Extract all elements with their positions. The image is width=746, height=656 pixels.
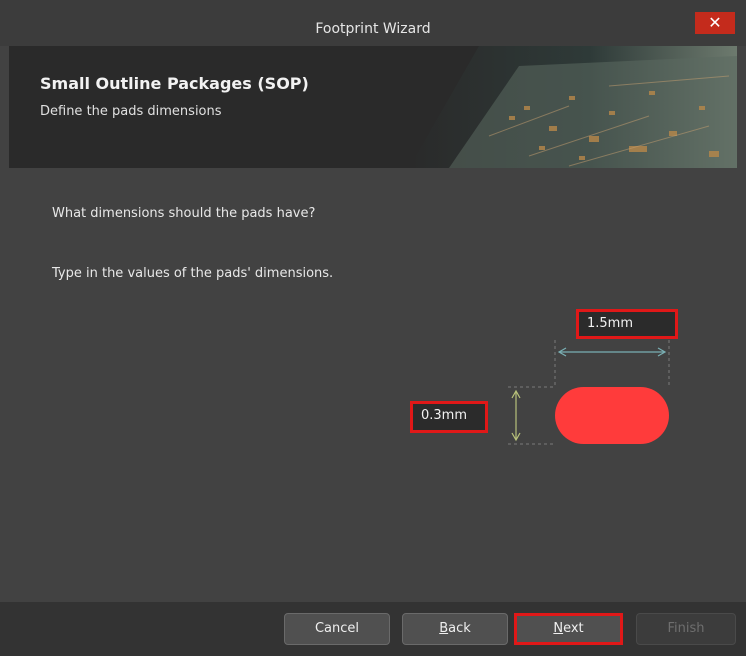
next-label-rest: ext [563, 621, 584, 636]
cancel-button[interactable]: Cancel [284, 613, 390, 645]
back-button[interactable]: Back [402, 613, 508, 645]
next-mnemonic: N [553, 621, 564, 636]
pad-shape [555, 387, 669, 444]
back-label-rest: ack [448, 621, 471, 636]
pad-height-value: 0.3mm [421, 408, 468, 423]
pad-width-value: 1.5mm [587, 316, 634, 331]
back-mnemonic: B [439, 621, 449, 636]
next-button[interactable]: Next [514, 613, 623, 645]
finish-button[interactable]: Finish [636, 613, 736, 645]
footprint-wizard-window: Footprint Wizard ✕ Small Outline Package… [0, 0, 746, 656]
pad-height-input[interactable]: 0.3mm [410, 401, 488, 433]
pad-width-input[interactable]: 1.5mm [576, 309, 678, 339]
